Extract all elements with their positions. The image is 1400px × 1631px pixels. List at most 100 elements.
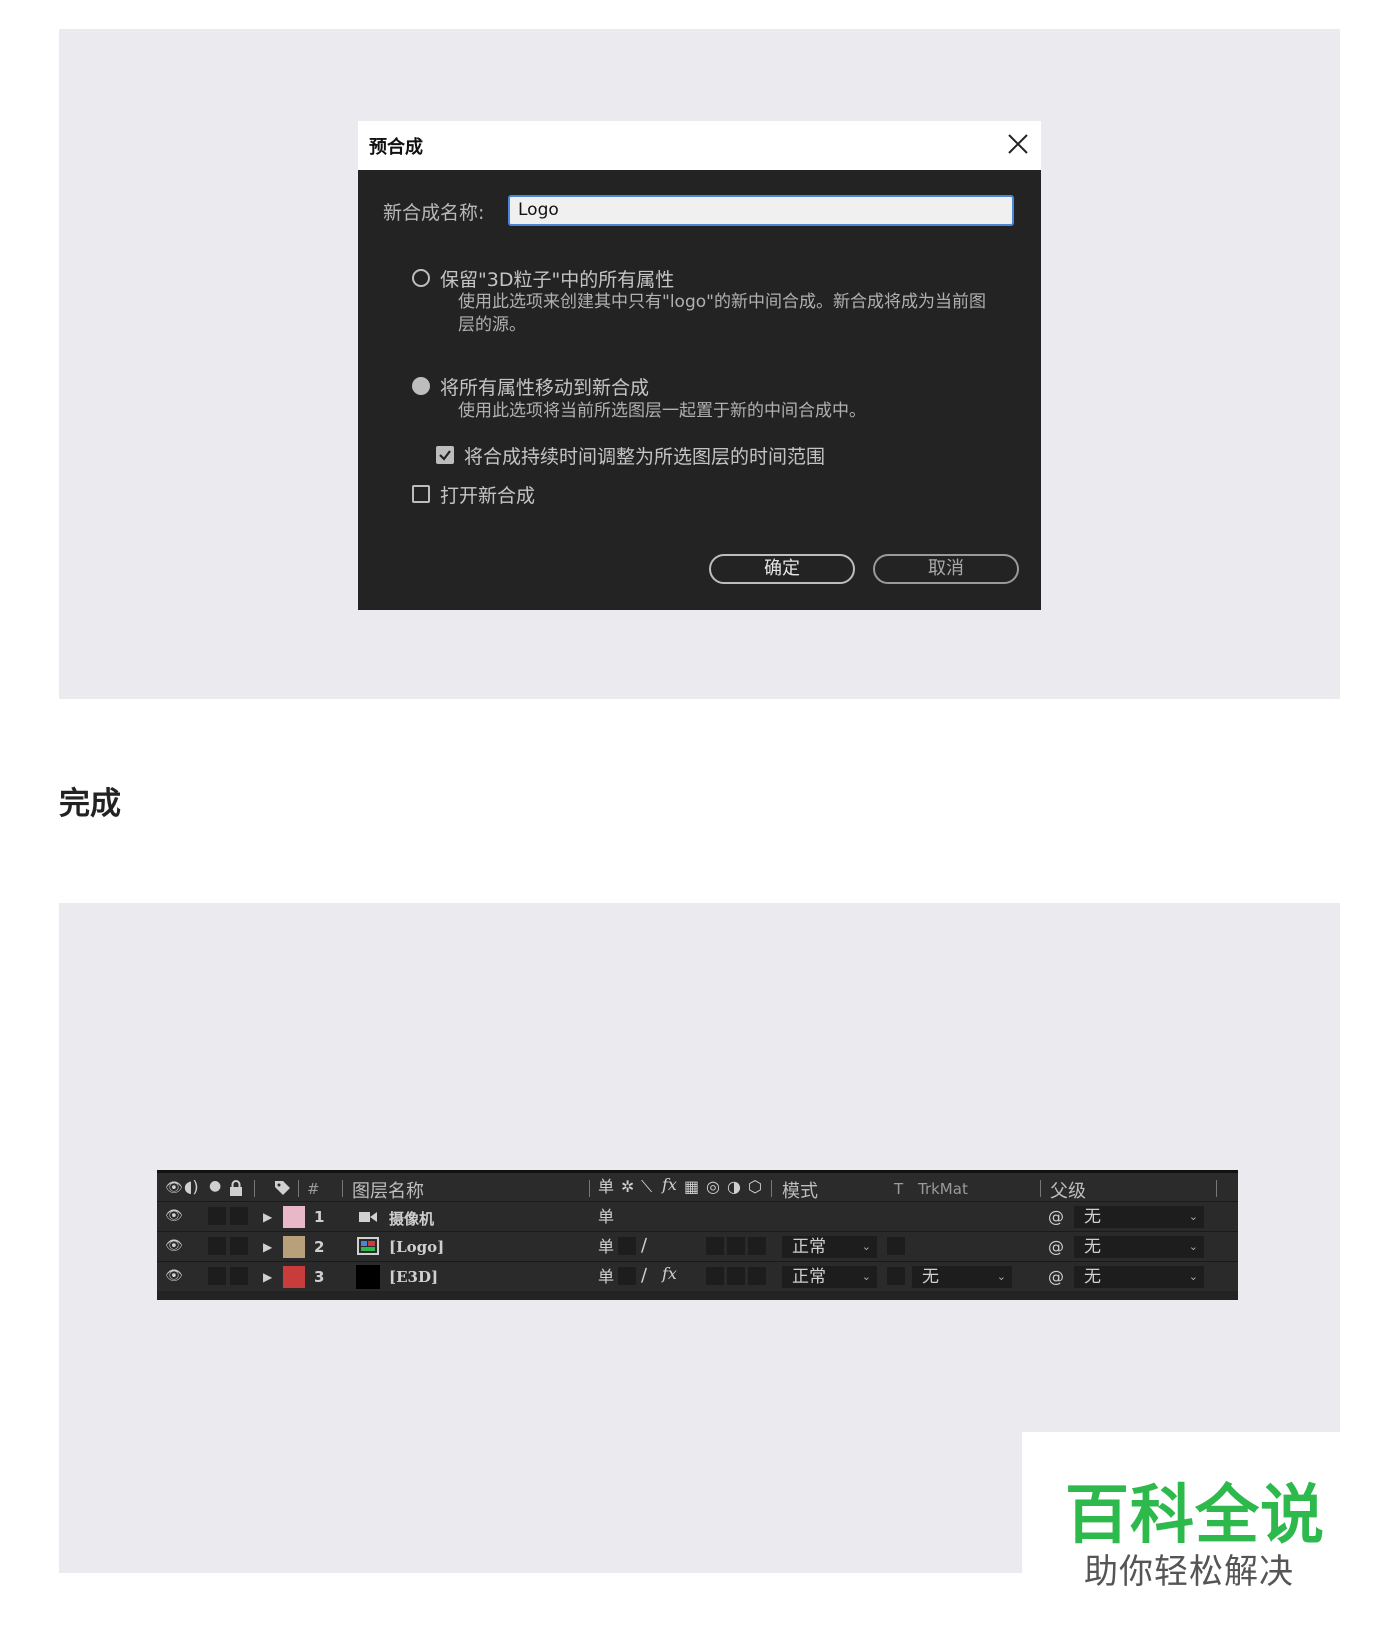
fx-icon[interactable]: fx	[662, 1176, 677, 1194]
label-color-swatch[interactable]	[283, 1206, 305, 1228]
layer-name-header[interactable]: 图层名称	[352, 1177, 424, 1203]
lock-toggle[interactable]	[230, 1267, 248, 1285]
lock-icon[interactable]	[229, 1180, 243, 1196]
parent-value: 无	[1084, 1207, 1101, 1227]
shy-icon[interactable]: 单	[598, 1238, 614, 1256]
eye-icon[interactable]: 👁	[165, 1267, 183, 1285]
mode-value: 正常	[792, 1237, 826, 1257]
eye-icon[interactable]: 👁	[165, 1179, 183, 1197]
pick-whip-icon[interactable]: @	[1048, 1268, 1064, 1286]
expand-arrow-icon[interactable]: ▶	[263, 1208, 272, 1226]
chevron-down-icon: ⌄	[861, 1240, 871, 1253]
watermark-subtitle: 助你轻松解决	[1084, 1552, 1294, 1592]
parent-value: 无	[1084, 1237, 1101, 1257]
parent-dropdown[interactable]: 无 ⌄	[1074, 1266, 1204, 1288]
layer-index: 1	[314, 1208, 325, 1226]
camera-icon	[359, 1212, 377, 1222]
3d-toggle[interactable]	[748, 1267, 766, 1285]
open-new-comp-label: 打开新合成	[440, 485, 536, 507]
layer-name[interactable]: [E3D]	[389, 1268, 438, 1286]
motion-blur-icon[interactable]: ◎	[706, 1178, 720, 1196]
radio-move-attributes[interactable]	[412, 377, 430, 395]
table-row[interactable]: 👁 ▶ 1 摄像机 单 @ 无 ⌄	[157, 1201, 1238, 1231]
radio-keep-attributes[interactable]	[412, 269, 430, 287]
eye-icon[interactable]: 👁	[165, 1207, 183, 1225]
new-comp-name-input[interactable]	[508, 195, 1014, 226]
option-keep-attributes-label: 保留"3D粒子"中的所有属性	[440, 269, 675, 291]
adjustment-toggle[interactable]	[727, 1267, 745, 1285]
collapse-toggle[interactable]	[618, 1267, 636, 1285]
chevron-down-icon: ⌄	[996, 1270, 1006, 1283]
lock-toggle[interactable]	[230, 1237, 248, 1255]
motion-blur-toggle[interactable]	[706, 1267, 724, 1285]
option-move-attributes-label: 将所有属性移动到新合成	[440, 377, 650, 399]
section-heading: 完成	[59, 786, 121, 822]
checkbox-adjust-duration[interactable]	[436, 446, 454, 464]
table-row[interactable]: 👁 ▶ 3 [E3D] 单 ∕ fx 正常 ⌄ 无 ⌄ @ 无 ⌄	[157, 1261, 1238, 1291]
3d-layer-icon[interactable]: ⬡	[748, 1178, 762, 1196]
timeline-panel: 👁 ◖) ● # 图层名称 单 ✲ ⟍ fx ▦ ◎ ◑ ⬡ 模式 T TrkM…	[157, 1170, 1238, 1300]
speaker-icon[interactable]: ◖)	[184, 1178, 199, 1196]
pick-whip-icon[interactable]: @	[1048, 1238, 1064, 1256]
preserve-transparency-toggle[interactable]	[887, 1267, 905, 1285]
cancel-button[interactable]: 取消	[873, 554, 1019, 584]
lock-toggle[interactable]	[230, 1207, 248, 1225]
solo-icon[interactable]: ●	[209, 1177, 221, 1195]
chevron-down-icon: ⌄	[1188, 1270, 1198, 1283]
collapse-toggle[interactable]	[618, 1237, 636, 1255]
mode-value: 正常	[792, 1267, 826, 1287]
close-icon[interactable]	[1005, 131, 1031, 157]
layer-name[interactable]: [Logo]	[389, 1238, 444, 1256]
layer-index: 3	[314, 1268, 325, 1286]
shy-icon[interactable]: 单	[598, 1208, 614, 1226]
adjustment-layer-icon[interactable]: ◑	[727, 1178, 741, 1196]
layer-name[interactable]: 摄像机	[389, 1208, 434, 1229]
eye-icon[interactable]: 👁	[165, 1237, 183, 1255]
dialog-titlebar: 预合成	[358, 121, 1041, 170]
fx-icon[interactable]: fx	[662, 1265, 677, 1283]
shy-icon[interactable]: 单	[598, 1178, 614, 1196]
adjustment-toggle[interactable]	[727, 1237, 745, 1255]
index-header: #	[307, 1180, 320, 1198]
label-color-swatch[interactable]	[283, 1266, 305, 1288]
mode-header: 模式	[782, 1181, 818, 1202]
table-row[interactable]: 👁 ▶ 2 [Logo] 单 ∕ 正常 ⌄ @ 无 ⌄	[157, 1231, 1238, 1261]
quality-icon[interactable]: ∕	[641, 1267, 647, 1285]
watermark: 百科全说 助你轻松解决	[1022, 1432, 1340, 1631]
chevron-down-icon: ⌄	[861, 1270, 871, 1283]
frame-blend-icon[interactable]: ▦	[684, 1178, 699, 1196]
collapse-icon[interactable]: ✲	[621, 1178, 634, 1196]
t-header: T	[894, 1180, 904, 1198]
expand-arrow-icon[interactable]: ▶	[263, 1238, 272, 1256]
composition-icon	[357, 1237, 379, 1255]
motion-blur-toggle[interactable]	[706, 1237, 724, 1255]
parent-value: 无	[1084, 1267, 1101, 1287]
label-tag-icon[interactable]	[274, 1180, 291, 1197]
parent-header: 父级	[1050, 1181, 1086, 1202]
shy-icon[interactable]: 单	[598, 1268, 614, 1286]
watermark-title: 百科全说	[1065, 1479, 1325, 1553]
solo-toggle[interactable]	[208, 1267, 226, 1285]
mode-dropdown[interactable]: 正常 ⌄	[782, 1266, 877, 1288]
precompose-dialog: 预合成 新合成名称: 保留"3D粒子"中的所有属性 使用此选项来创建其中只有"l…	[358, 121, 1041, 610]
pick-whip-icon[interactable]: @	[1048, 1208, 1064, 1226]
3d-toggle[interactable]	[748, 1237, 766, 1255]
timeline-header: 👁 ◖) ● # 图层名称 单 ✲ ⟍ fx ▦ ◎ ◑ ⬡ 模式 T TrkM…	[157, 1170, 1238, 1203]
solid-layer-thumbnail	[356, 1265, 380, 1289]
trkmat-dropdown[interactable]: 无 ⌄	[912, 1266, 1012, 1288]
parent-dropdown[interactable]: 无 ⌄	[1074, 1236, 1204, 1258]
parent-dropdown[interactable]: 无 ⌄	[1074, 1206, 1204, 1228]
ok-button[interactable]: 确定	[709, 554, 855, 584]
preserve-transparency-toggle[interactable]	[887, 1237, 905, 1255]
quality-icon[interactable]: ∕	[641, 1237, 647, 1255]
dialog-title: 预合成	[369, 137, 423, 158]
checkmark-icon	[439, 450, 451, 461]
option-keep-attributes-desc: 使用此选项来创建其中只有"logo"的新中间合成。新合成将成为当前图层的源。	[458, 292, 986, 335]
mode-dropdown[interactable]: 正常 ⌄	[782, 1236, 877, 1258]
solo-toggle[interactable]	[208, 1237, 226, 1255]
label-color-swatch[interactable]	[283, 1236, 305, 1258]
checkbox-open-new-comp[interactable]	[412, 485, 430, 503]
expand-arrow-icon[interactable]: ▶	[263, 1268, 272, 1286]
quality-icon[interactable]: ⟍	[641, 1178, 652, 1196]
solo-toggle[interactable]	[208, 1207, 226, 1225]
